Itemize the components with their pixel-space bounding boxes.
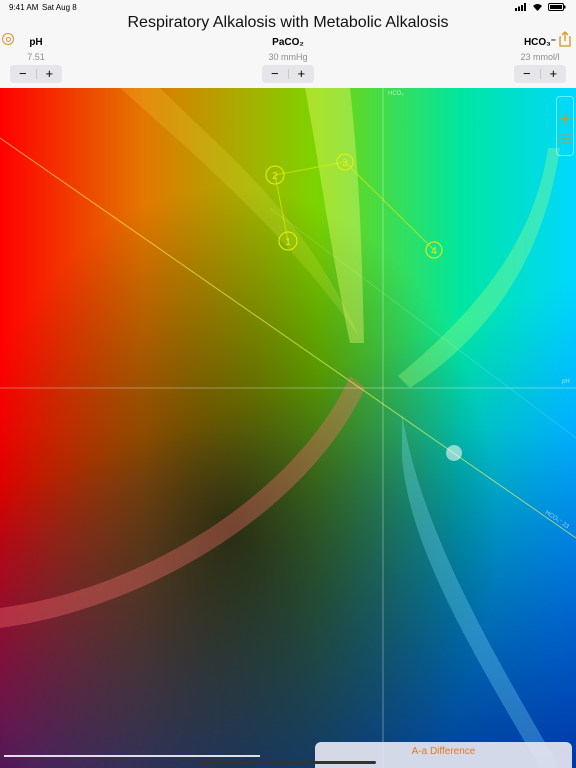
paco2-minus-button[interactable]: − bbox=[262, 65, 288, 83]
ph-plus-button[interactable]: + bbox=[37, 65, 63, 83]
hco3-minus-button[interactable]: − bbox=[514, 65, 540, 83]
plot-tools bbox=[556, 96, 574, 156]
paco2-label: PaCO₂ bbox=[272, 37, 304, 48]
signal-icon bbox=[515, 3, 527, 13]
current-point-marker bbox=[446, 445, 462, 461]
plus-icon bbox=[559, 113, 571, 125]
paco2-value: 30 mmHg bbox=[268, 52, 308, 62]
acid-base-plot[interactable]: 1 2 3 4 HCO₂ pH HCO₃⁻ 23 bbox=[0, 88, 576, 768]
plot-band-lower-left bbox=[0, 376, 365, 628]
hco3-param: HCO₃⁻ 23 mmol/l bbox=[510, 37, 570, 62]
scroll-indicator bbox=[4, 755, 260, 757]
hco3-plus-button[interactable]: + bbox=[541, 65, 567, 83]
ph-label: pH bbox=[29, 37, 43, 48]
paco2-param: PaCO₂ 30 mmHg bbox=[258, 37, 318, 62]
wifi-icon bbox=[532, 3, 543, 13]
ph-stepper[interactable]: − + bbox=[10, 65, 62, 83]
plot-band-lower-right bbox=[402, 413, 560, 768]
top-bar: 9:41 AM Sat Aug 8 Respiratory Alkalosis … bbox=[0, 0, 576, 88]
status-date: Sat Aug 8 bbox=[42, 3, 77, 12]
hco3-label: HCO₃⁻ bbox=[523, 37, 557, 48]
a-a-difference-tab[interactable]: A-a Difference bbox=[315, 742, 572, 768]
hco3-value: 23 mmol/l bbox=[520, 52, 560, 62]
hco3-stepper[interactable]: − + bbox=[514, 65, 566, 83]
status-time: 9:41 AM bbox=[9, 3, 39, 12]
battery-icon bbox=[548, 3, 566, 13]
plot-band-upper bbox=[305, 88, 364, 343]
ph-minus-button[interactable]: − bbox=[10, 65, 36, 83]
home-indicator[interactable] bbox=[200, 761, 376, 764]
ph-value: 7.51 bbox=[27, 52, 45, 62]
list-icon bbox=[558, 134, 571, 144]
paco2-plus-button[interactable]: + bbox=[289, 65, 315, 83]
status-indicators bbox=[515, 3, 566, 13]
page-title: Respiratory Alkalosis with Metabolic Alk… bbox=[127, 14, 449, 31]
status-bar: 9:41 AM Sat Aug 8 bbox=[0, 0, 576, 14]
plot-band-right bbox=[398, 148, 560, 388]
ph-param: pH 7.51 bbox=[6, 37, 66, 62]
paco2-stepper[interactable]: − + bbox=[262, 65, 314, 83]
